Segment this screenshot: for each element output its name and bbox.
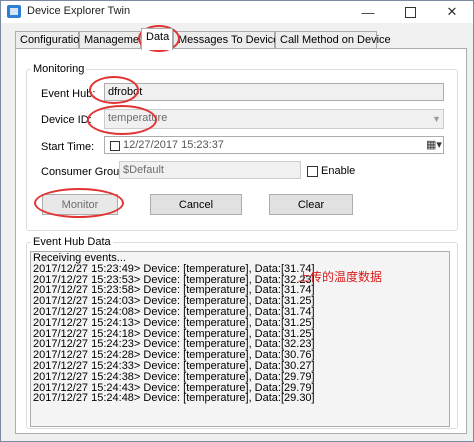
close-icon: ✕ (446, 4, 458, 19)
minimize-icon: — (361, 4, 375, 20)
window-title: Device Explorer Twin (27, 5, 131, 17)
log-line: 2017/12/27 15:24:38> Device: [temperatur… (33, 370, 315, 383)
enable-checkbox[interactable] (307, 166, 318, 177)
tab-strip: Configuration Management Data Messages T… (1, 27, 473, 50)
title-bar[interactable]: Device Explorer Twin — ✕ (1, 1, 473, 23)
temperature-data-annotation: 上传的温度数据 (298, 270, 383, 284)
monitor-button[interactable]: Monitor (42, 194, 118, 215)
start-time-value: 12/27/2017 15:23:37 (123, 139, 224, 151)
event-hub-field[interactable]: dfrobot (104, 83, 444, 101)
log-line: 2017/12/27 15:23:49> Device: [temperatur… (33, 262, 315, 275)
event-hub-data-legend: Event Hub Data (33, 236, 111, 248)
enable-label: Enable (321, 165, 356, 177)
minimize-button[interactable]: — (347, 1, 389, 23)
tab-management[interactable]: Management (79, 31, 141, 49)
start-time-label: Start Time: (41, 141, 95, 153)
monitoring-legend: Monitoring (33, 63, 85, 75)
consumer-group-field[interactable]: $Default (119, 161, 301, 179)
event-hub-label: Event Hub: (41, 88, 96, 100)
log-line: 2017/12/27 15:24:13> Device: [temperatur… (33, 316, 315, 329)
tab-configuration[interactable]: Configuration (15, 31, 85, 49)
event-log-textarea[interactable]: Receiving events... 2017/12/27 15:23:49>… (30, 251, 450, 427)
cancel-button[interactable]: Cancel (150, 194, 242, 215)
log-line: 2017/12/27 15:24:48> Device: [temperatur… (33, 392, 315, 405)
app-icon (7, 5, 21, 18)
maximize-button[interactable] (389, 1, 431, 23)
tab-data[interactable]: Data (141, 28, 173, 50)
maximize-icon (404, 6, 416, 18)
data-tab-panel: Monitoring Event Hub: dfrobot Device ID:… (15, 48, 467, 434)
chevron-down-icon[interactable]: ▼ (432, 114, 441, 124)
app-window: Device Explorer Twin — ✕ Configuration M… (0, 0, 474, 442)
calendar-dropdown-icon[interactable]: ▦▾ (426, 138, 442, 151)
tab-call-method-on-device[interactable]: Call Method on Device (275, 31, 391, 49)
tab-messages-to-device[interactable]: Messages To Device (173, 31, 279, 49)
clear-button[interactable]: Clear (269, 194, 353, 215)
device-id-dropdown[interactable]: temperature (104, 109, 444, 129)
start-time-checkbox[interactable] (110, 141, 120, 151)
close-button[interactable]: ✕ (431, 1, 473, 23)
consumer-group-label: Consumer Group: (41, 166, 129, 178)
device-id-label: Device ID: (41, 114, 92, 126)
